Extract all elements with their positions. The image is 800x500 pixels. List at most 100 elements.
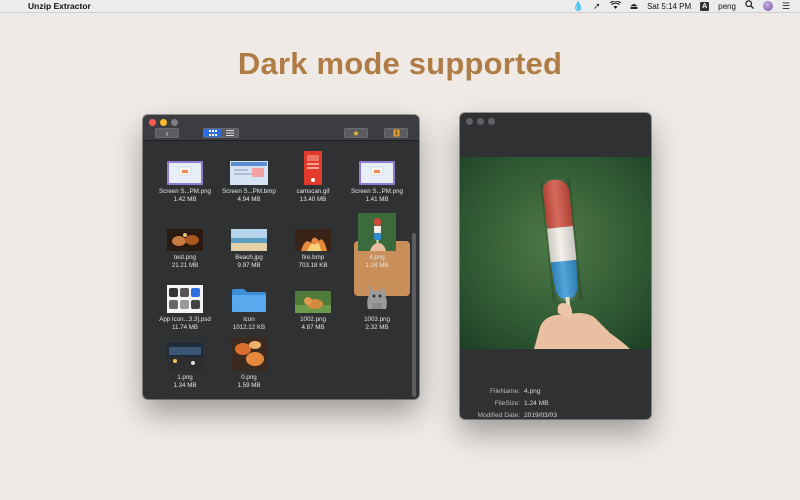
filesize-value: 1.24 MB [524, 399, 549, 407]
rocket-icon[interactable]: ➚ [593, 0, 601, 13]
file-thumbnail [281, 149, 345, 185]
preview-window-controls [466, 118, 495, 125]
file-size: 9.97 MB [237, 262, 261, 269]
droplet-icon[interactable]: 💧 [573, 0, 584, 13]
file-name: 1003.png [364, 316, 390, 323]
info-filesize-row: FileSize: 1.24 MB [460, 397, 651, 409]
menu-bar-extras: 💧 ➚ ⏏ Sat 5:14 PM A peng ☰ [573, 0, 790, 13]
filesize-label: FileSize: [494, 399, 520, 407]
filename-value: 4.png [524, 387, 541, 395]
preview-zoom-button[interactable] [488, 118, 495, 125]
back-button[interactable]: ‹ [155, 128, 179, 138]
eject-icon[interactable]: ⏏ [630, 0, 639, 13]
preview-close-button[interactable] [466, 118, 473, 125]
file-name: camscan.gif [296, 188, 330, 195]
file-name: 4.png [369, 254, 385, 261]
file-name: fire.bmp [301, 254, 325, 261]
file-thumbnail [217, 277, 281, 313]
grid-view-button[interactable] [204, 129, 221, 137]
star-icon: ★ [352, 128, 360, 138]
spotlight-search-icon[interactable] [745, 0, 754, 13]
file-thumbnail [153, 215, 217, 251]
browser-titlebar: ‹ ★ [143, 115, 419, 141]
file-item[interactable]: Screen S...PM.bmp 4.94 MB [217, 149, 281, 203]
archive-icon [393, 129, 399, 137]
file-size: 4.87 MB [301, 324, 325, 331]
notification-center-icon[interactable]: ☰ [782, 0, 790, 13]
list-icon [225, 130, 234, 136]
archive-button[interactable] [384, 128, 408, 138]
file-item[interactable]: Screen S...PM.png 1.41 MB [345, 149, 409, 203]
file-thumbnail [345, 149, 409, 185]
file-size: 1.42 MB [173, 196, 197, 203]
file-thumbnail [345, 277, 409, 313]
file-thumbnail [153, 335, 217, 371]
file-name: test.png [173, 254, 197, 261]
wifi-icon[interactable] [609, 0, 621, 13]
file-size: 11.74 MB [171, 324, 199, 331]
info-modified-row: Modified Date: 2019/03/03 [460, 409, 651, 419]
file-size: 1012.12 KB [232, 324, 266, 331]
menu-clock[interactable]: Sat 5:14 PM [647, 2, 691, 11]
file-name: 0.png [241, 374, 257, 381]
chevron-left-icon: ‹ [165, 128, 169, 138]
grid-icon [208, 130, 217, 136]
headline: Dark mode supported [237, 46, 563, 81]
file-item[interactable]: icon 1012.12 KB [217, 277, 281, 331]
file-thumbnail [217, 215, 281, 251]
modified-label: Modified Date: [477, 411, 520, 419]
info-filename-row: FileName: 4.png [460, 385, 651, 397]
file-name: icon [243, 316, 255, 323]
file-size: 13.40 MB [299, 196, 327, 203]
file-thumbnail [281, 215, 345, 251]
file-size: 703.18 KB [298, 262, 328, 269]
file-item[interactable]: 1.png 1.34 MB [153, 335, 217, 389]
file-name: Screen S...PM.png [159, 188, 211, 195]
file-size: 1.41 MB [365, 196, 389, 203]
zoom-button[interactable] [171, 119, 178, 126]
file-name: Beach.jpg [235, 254, 263, 261]
file-name: Screen S...PM.bmp [222, 188, 276, 195]
user-name[interactable]: peng [718, 2, 736, 11]
close-button[interactable] [149, 119, 156, 126]
file-name: 1.png [177, 374, 193, 381]
menu-bar: Unzip Extractor 💧 ➚ ⏏ Sat 5:14 PM A peng… [0, 0, 800, 13]
file-size: 1.24 MB [365, 262, 389, 269]
siri-icon[interactable] [762, 1, 773, 11]
file-thumbnail [217, 335, 281, 371]
file-size: 4.94 MB [237, 196, 261, 203]
preview-minimize-button[interactable] [477, 118, 484, 125]
file-item[interactable]: 0.png 1.59 MB [217, 335, 281, 389]
file-item[interactable]: camscan.gif 13.40 MB [281, 149, 345, 203]
file-size: 2.32 MB [365, 324, 389, 331]
file-item[interactable]: Screen S...PM.png 1.42 MB [153, 149, 217, 203]
view-mode-toggle [203, 128, 239, 138]
filename-label: FileName: [489, 387, 520, 395]
file-thumbnail [217, 149, 281, 185]
preview-image [460, 157, 651, 349]
input-source-icon[interactable]: A [700, 1, 710, 11]
minimize-button[interactable] [160, 119, 167, 126]
file-item[interactable]: 4.png 1.24 MB [345, 213, 409, 269]
favorite-button[interactable]: ★ [344, 128, 368, 138]
preview-window: FileName: 4.png FileSize: 1.24 MB Modifi… [460, 113, 651, 419]
file-browser-window: ‹ ★ Screen S...PM.png 1.42 MB Screen S...P… [143, 115, 419, 399]
file-thumbnail [153, 277, 217, 313]
file-name: App Icon...3.3].psd [159, 316, 211, 323]
file-item[interactable]: Beach.jpg 9.97 MB [217, 215, 281, 269]
file-item[interactable]: fire.bmp 703.18 KB [281, 215, 345, 269]
app-menu-name[interactable]: Unzip Extractor [28, 1, 91, 11]
file-item[interactable]: 1003.png 2.32 MB [345, 277, 409, 331]
file-thumbnail [345, 213, 409, 251]
window-controls [149, 119, 178, 126]
file-item[interactable]: App Icon...3.3].psd 11.74 MB [153, 277, 217, 331]
file-size: 21.21 MB [171, 262, 199, 269]
file-size: 1.59 MB [237, 382, 261, 389]
file-name: 1002.png [300, 316, 326, 323]
file-item[interactable]: 1002.png 4.87 MB [281, 277, 345, 331]
vertical-scrollbar[interactable] [412, 233, 416, 397]
list-view-button[interactable] [221, 129, 238, 137]
file-item[interactable]: test.png 21.21 MB [153, 215, 217, 269]
file-name: Screen S...PM.png [351, 188, 403, 195]
file-thumbnail [153, 149, 217, 185]
